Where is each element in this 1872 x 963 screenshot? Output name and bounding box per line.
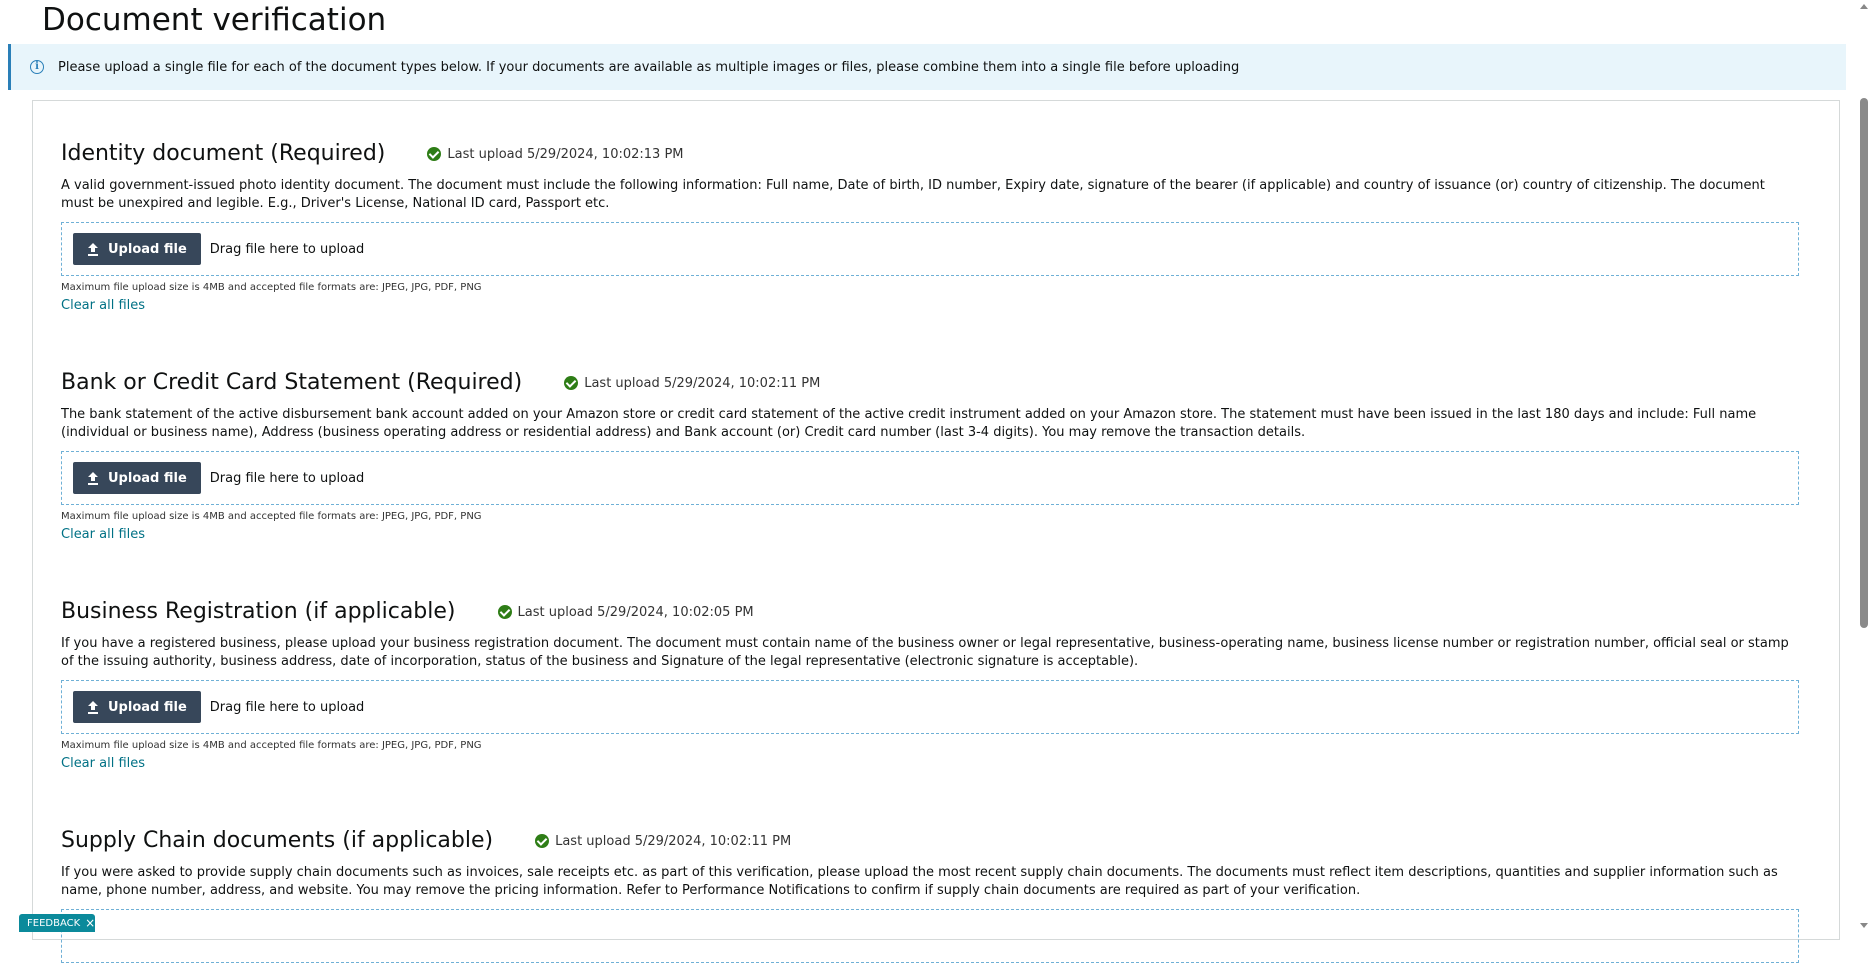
upload-hint: Maximum file upload size is 4MB and acce… — [61, 740, 482, 751]
check-circle-icon — [427, 147, 442, 161]
clear-all-files-link[interactable]: Clear all files — [61, 527, 145, 542]
close-icon[interactable]: × — [85, 916, 95, 930]
upload-icon — [87, 242, 99, 256]
check-circle-icon — [497, 605, 512, 619]
section-title: Business Registration (if applicable) — [61, 599, 456, 624]
upload-status: Last upload 5/29/2024, 10:02:13 PM — [427, 146, 684, 162]
vertical-scrollbar[interactable] — [1856, 0, 1872, 932]
upload-hint: Maximum file upload size is 4MB and acce… — [61, 511, 482, 522]
info-icon: i — [30, 60, 44, 74]
info-banner: i Please upload a single file for each o… — [8, 44, 1846, 90]
file-dropzone[interactable]: Upload file Drag file here to upload — [61, 680, 1799, 734]
clear-all-files-link[interactable]: Clear all files — [61, 298, 145, 313]
section-title: Supply Chain documents (if applicable) — [61, 828, 494, 853]
upload-status: Last upload 5/29/2024, 10:02:11 PM — [535, 834, 791, 849]
section-description: The bank statement of the active disburs… — [61, 407, 1757, 440]
file-dropzone[interactable] — [61, 909, 1799, 963]
upload-status-text: Last upload 5/29/2024, 10:02:11 PM — [584, 375, 821, 391]
upload-hint: Maximum file upload size is 4MB and acce… — [61, 282, 482, 293]
upload-status: Last upload 5/29/2024, 10:02:05 PM — [497, 604, 754, 620]
section-title: Identity document (Required) — [61, 141, 386, 166]
section-title: Bank or Credit Card Statement (Required) — [61, 370, 523, 395]
drag-file-text: Drag file here to upload — [209, 241, 365, 257]
upload-status: Last upload 5/29/2024, 10:02:11 PM — [564, 376, 820, 391]
upload-file-label: Upload file — [108, 470, 187, 486]
upload-file-label: Upload file — [108, 241, 187, 257]
info-banner-text: Please upload a single file for each of … — [58, 59, 1240, 75]
section-bank-statement: Bank or Credit Card Statement (Required)… — [61, 368, 1801, 542]
section-supply-chain: Supply Chain documents (if applicable) L… — [61, 826, 1801, 963]
scroll-down-arrow-icon[interactable] — [1860, 923, 1868, 928]
file-dropzone[interactable]: Upload file Drag file here to upload — [61, 451, 1799, 505]
upload-status-text: Last upload 5/29/2024, 10:02:13 PM — [447, 146, 684, 162]
scroll-thumb[interactable] — [1860, 98, 1868, 628]
clear-all-files-link[interactable]: Clear all files — [61, 756, 145, 771]
upload-file-button[interactable]: Upload file — [73, 233, 201, 265]
scroll-up-arrow-icon[interactable] — [1860, 4, 1868, 9]
page-title: Document verification — [42, 2, 387, 38]
documents-card: Identity document (Required) Last upload… — [32, 100, 1840, 963]
drag-file-text: Drag file here to upload — [209, 699, 365, 715]
section-description: If you have a registered business, pleas… — [61, 636, 1789, 669]
upload-file-button[interactable]: Upload file — [73, 462, 201, 494]
upload-status-text: Last upload 5/29/2024, 10:02:05 PM — [517, 604, 754, 620]
check-circle-icon — [535, 834, 550, 848]
upload-file-button[interactable]: Upload file — [73, 691, 201, 723]
section-description: If you were asked to provide supply chai… — [61, 865, 1778, 898]
upload-status-text: Last upload 5/29/2024, 10:02:11 PM — [555, 833, 792, 849]
section-identity-document: Identity document (Required) Last upload… — [61, 139, 1801, 313]
section-business-registration: Business Registration (if applicable) La… — [61, 597, 1801, 771]
feedback-label: FEEDBACK — [27, 917, 81, 929]
feedback-tab[interactable]: FEEDBACK × — [19, 914, 95, 932]
upload-icon — [87, 471, 99, 485]
check-circle-icon — [564, 376, 579, 390]
section-description: A valid government-issued photo identity… — [61, 178, 1765, 211]
upload-file-label: Upload file — [108, 699, 187, 715]
file-dropzone[interactable]: Upload file Drag file here to upload — [61, 222, 1799, 276]
upload-icon — [87, 700, 99, 714]
drag-file-text: Drag file here to upload — [209, 470, 365, 486]
